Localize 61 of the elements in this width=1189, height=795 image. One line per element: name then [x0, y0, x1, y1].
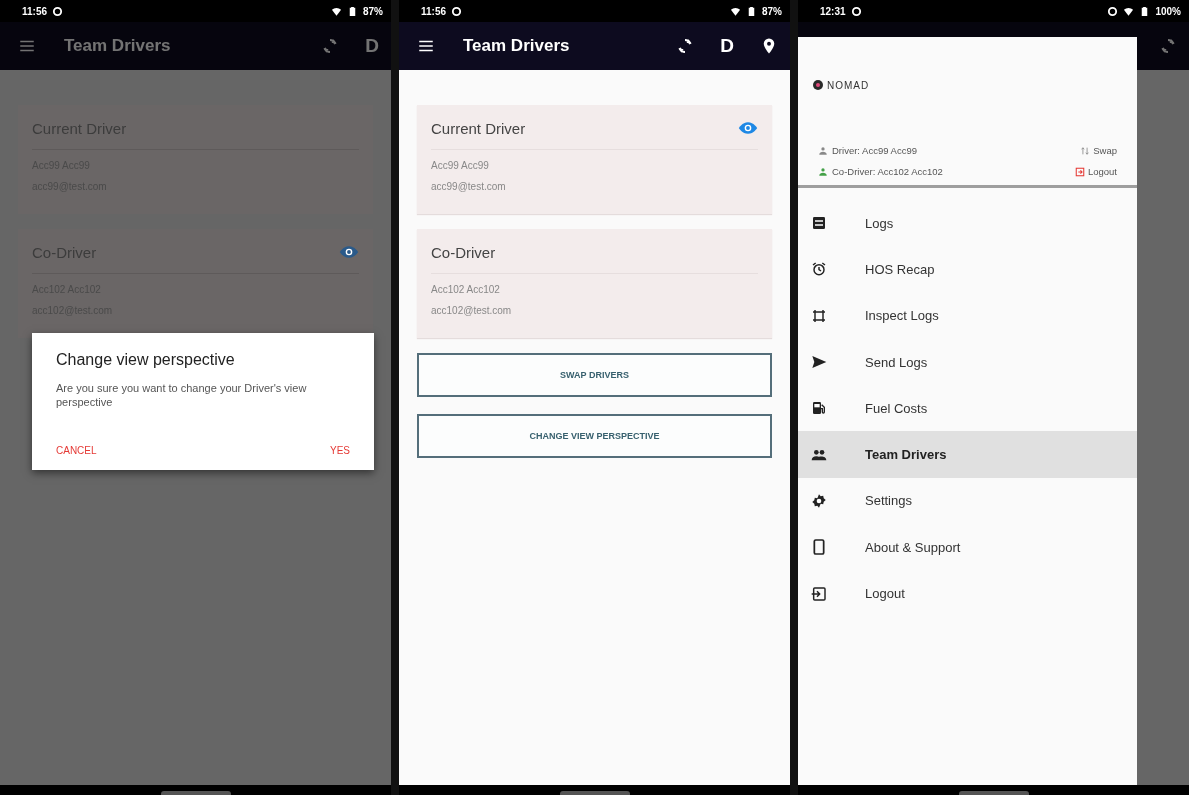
dialog-title: Change view perspective	[56, 351, 236, 369]
menu-item[interactable]: About & Support	[798, 524, 1137, 571]
menu-item[interactable]: Team Drivers	[798, 431, 1137, 478]
driver-name: Acc99 Acc99	[431, 160, 490, 171]
circle-icon	[52, 5, 64, 17]
cancel-button[interactable]: CANCEL	[56, 445, 97, 456]
circle-icon	[850, 5, 862, 17]
battery-icon	[347, 5, 358, 17]
send-icon	[811, 354, 827, 371]
logout-button[interactable]: Logout	[1074, 166, 1117, 177]
swap-arrows-icon	[1080, 145, 1091, 156]
fuel-pump-icon	[811, 400, 827, 417]
driver-name: Acc102 Acc102	[431, 284, 501, 295]
driver-email: acc102@test.com	[431, 305, 513, 316]
swap-button[interactable]: Swap	[1080, 145, 1117, 156]
driver-mode-button[interactable]: D	[720, 35, 734, 57]
screen-title: Team Drivers	[64, 36, 171, 56]
dialog-message: Are you sure you want to change your Driver's view perspective	[56, 381, 308, 409]
battery-percent: 87%	[762, 5, 782, 17]
settings-icon	[811, 492, 827, 509]
menu-item[interactable]: Send Logs	[798, 338, 1137, 386]
menu-item[interactable]: HOS Recap	[798, 246, 1137, 293]
home-handle[interactable]	[958, 791, 1029, 795]
yes-button[interactable]: YES	[330, 445, 350, 456]
circle-icon	[451, 5, 463, 17]
person-icon	[818, 145, 828, 156]
wifi-icon	[331, 5, 342, 17]
circle-icon	[1107, 5, 1119, 17]
person-icon	[818, 166, 828, 177]
home-handle[interactable]	[160, 791, 231, 795]
wifi-icon	[730, 5, 741, 17]
status-time: 12:31	[820, 5, 846, 17]
screen-title: Team Drivers	[463, 36, 570, 56]
status-time: 11:56	[421, 5, 447, 17]
logo-text: NOMAD	[827, 79, 870, 91]
menu-item[interactable]: Logout	[798, 570, 1137, 617]
co-driver-label: Co-Driver: Acc102 Acc102	[832, 166, 943, 177]
status-time: 11:56	[22, 5, 48, 17]
battery-percent: 100%	[1155, 5, 1181, 17]
logo-icon	[812, 79, 824, 91]
list-icon	[811, 215, 827, 232]
alarm-clock-icon	[811, 261, 827, 278]
outline-button[interactable]: CHANGE VIEW PERSPECTIVE	[417, 414, 772, 458]
phone-icon	[811, 539, 827, 556]
driver-mode-button[interactable]: D	[365, 35, 379, 57]
battery-percent: 87%	[363, 5, 383, 17]
menu-item[interactable]: Fuel Costs	[798, 385, 1137, 432]
card-title: Co-Driver	[431, 243, 496, 261]
outline-button[interactable]: SWAP DRIVERS	[417, 353, 772, 397]
menu-item[interactable]: Inspect Logs	[798, 292, 1137, 339]
menu-item[interactable]: Settings	[798, 477, 1137, 525]
battery-icon	[746, 5, 757, 17]
driver-email: acc99@test.com	[431, 181, 507, 192]
home-handle[interactable]	[559, 791, 630, 795]
driver-label: Driver: Acc99 Acc99	[832, 145, 917, 156]
card-title: Current Driver	[431, 119, 526, 137]
menu-item[interactable]: Logs	[798, 200, 1137, 247]
logout-icon	[1074, 166, 1085, 177]
wifi-icon	[1123, 5, 1135, 17]
exit-icon	[811, 585, 827, 602]
frame-icon	[811, 307, 827, 324]
